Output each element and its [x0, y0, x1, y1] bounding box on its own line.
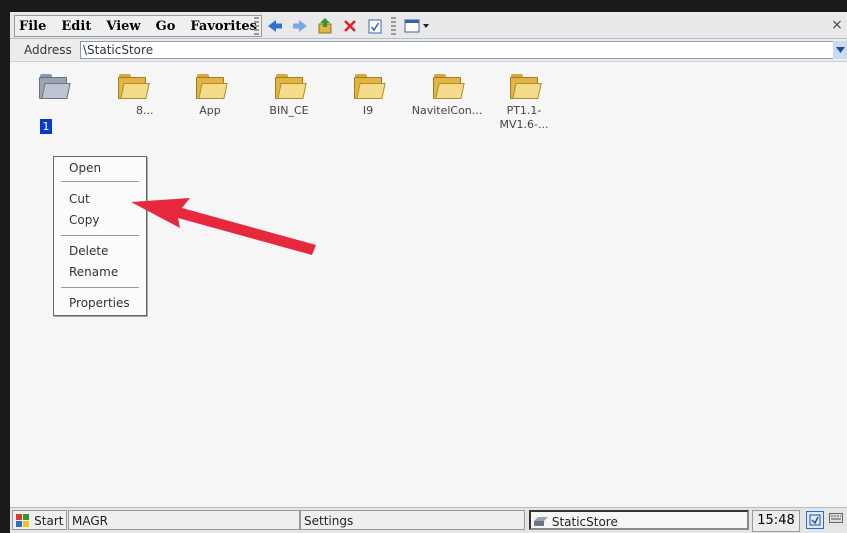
taskbar-window-staticstore[interactable]: StaticStore	[529, 510, 749, 530]
taskbar-window-magr[interactable]: MAGR	[68, 510, 300, 530]
windows-flag-icon	[16, 514, 34, 529]
taskbar-window-settings[interactable]: Settings	[300, 510, 525, 530]
start-button[interactable]: Start	[12, 510, 67, 530]
taskbar-window-label: StaticStore	[551, 515, 618, 529]
taskbar-window-label: Settings	[304, 514, 354, 528]
clock[interactable]: 15:48	[752, 510, 800, 532]
drive-icon	[534, 515, 552, 529]
annotation-arrow-shape	[131, 198, 316, 255]
start-label: Start	[34, 514, 64, 528]
screen: File Edit View Go Favorites × Address \S…	[10, 12, 847, 533]
keyboard-icon[interactable]	[828, 511, 844, 527]
tray-connection-icon[interactable]	[806, 511, 824, 529]
annotation-arrow	[131, 198, 316, 255]
taskbar: Start MAGR Settings StaticStore 15:48	[10, 507, 847, 533]
taskbar-window-label: MAGR	[72, 514, 108, 528]
